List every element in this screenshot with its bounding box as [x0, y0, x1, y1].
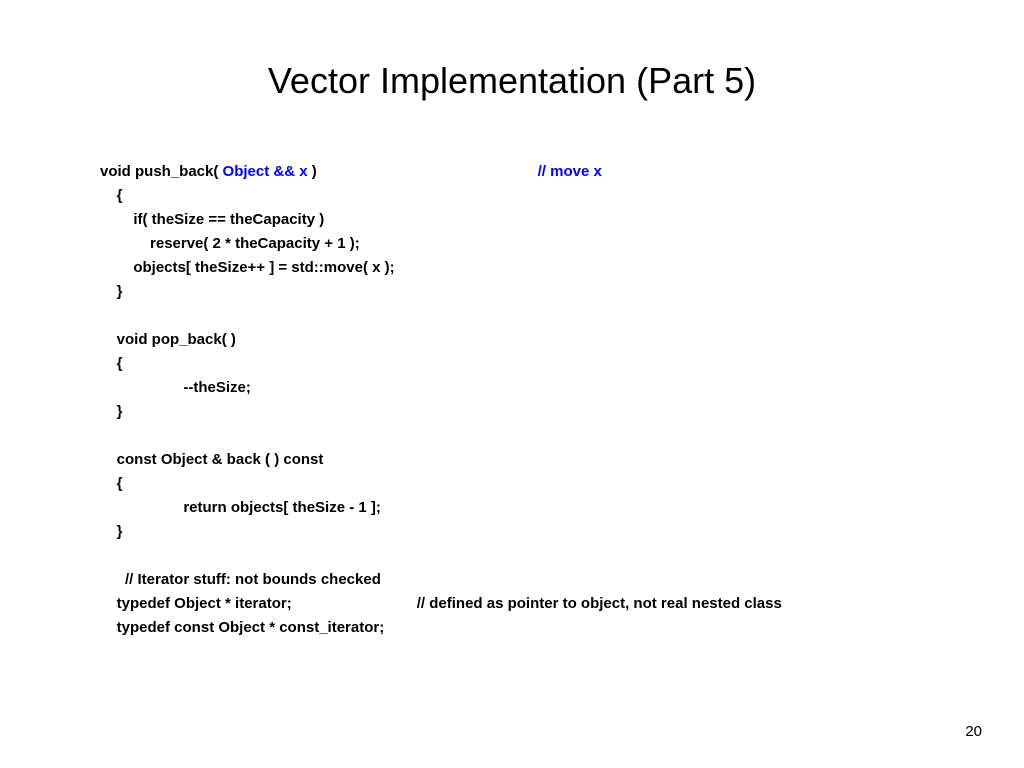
page-number: 20	[965, 723, 982, 740]
code-line: {	[100, 187, 123, 204]
code-line: --theSize;	[100, 379, 251, 396]
code-line: {	[100, 355, 123, 372]
code-comment: // defined as pointer to object, not rea…	[417, 595, 782, 612]
code-line: // Iterator stuff: not bounds checked	[100, 571, 381, 588]
code-line: {	[100, 475, 123, 492]
slide: Vector Implementation (Part 5) void push…	[0, 0, 1024, 768]
code-line: }	[100, 403, 123, 420]
code-line: )	[308, 163, 317, 180]
code-line: void push_back(	[100, 163, 223, 180]
slide-title: Vector Implementation (Part 5)	[0, 60, 1024, 102]
code-line: objects[ theSize++ ] = std::move( x );	[100, 259, 395, 276]
code-line: }	[100, 283, 123, 300]
code-line: typedef const Object * const_iterator;	[100, 619, 384, 636]
code-block: void push_back( Object && x ) // move x …	[100, 160, 782, 640]
code-line: reserve( 2 * theCapacity + 1 );	[100, 235, 360, 252]
code-line: void pop_back( )	[100, 331, 236, 348]
code-line: return objects[ theSize - 1 ];	[100, 499, 381, 516]
code-line: const Object & back ( ) const	[100, 451, 323, 468]
code-comment: // move x	[538, 163, 602, 180]
code-line: }	[100, 523, 123, 540]
code-highlight: Object && x	[223, 163, 308, 180]
code-line: if( theSize == theCapacity )	[100, 211, 324, 228]
code-line: typedef Object * iterator;	[100, 595, 292, 612]
